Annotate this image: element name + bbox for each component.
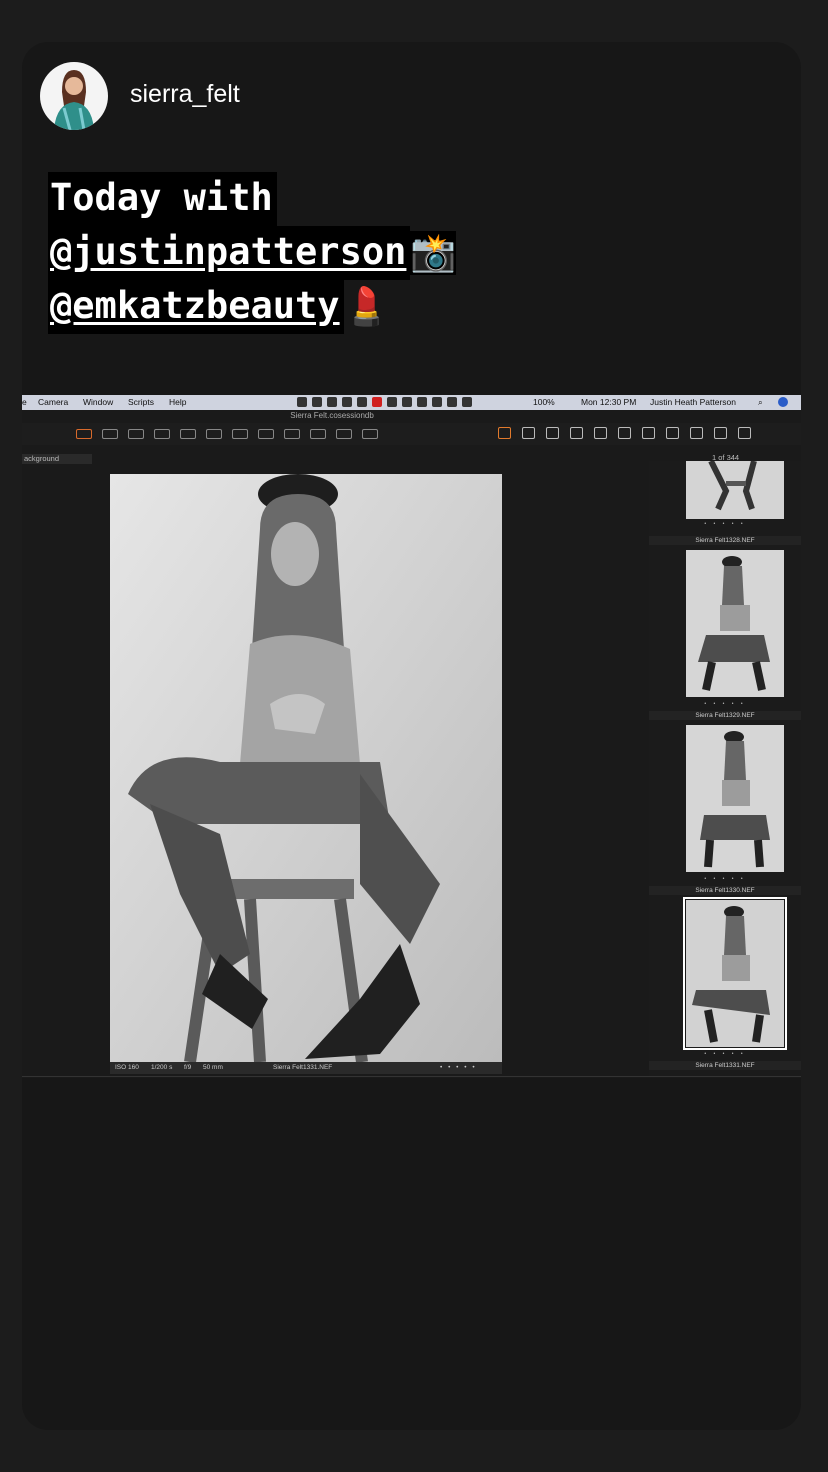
- mention-emkatzbeauty[interactable]: @emkatzbeauty: [48, 280, 344, 334]
- text-a-icon[interactable]: [594, 427, 607, 439]
- mention-justinpatterson[interactable]: @justinpatterson: [48, 226, 411, 280]
- menu-help: Help: [169, 397, 187, 407]
- print-icon[interactable]: [666, 427, 679, 439]
- thumbnail-rating[interactable]: • • • • •: [649, 521, 801, 527]
- airplay-icon: [417, 397, 427, 407]
- camera-flash-emoji: 📸: [410, 231, 457, 275]
- story-username[interactable]: sierra_felt: [130, 80, 240, 109]
- story-caption: Today with @justinpatterson 📸 @emkatzbea…: [48, 172, 456, 334]
- thumbnail-label: Sierra Felt1331.NEF: [649, 1061, 801, 1070]
- eraser-tool-icon[interactable]: [284, 429, 300, 439]
- search-icon: ⌕: [758, 397, 763, 407]
- tools-icon[interactable]: [642, 427, 655, 439]
- menubar-clock: Mon 12:30 PM: [581, 397, 637, 407]
- mac-menubar: e Camera Window Scripts Help 100% Mon 12…: [22, 395, 801, 410]
- spot-tool-icon[interactable]: [232, 429, 248, 439]
- grid-icon[interactable]: [522, 427, 535, 439]
- keystone-tool-icon[interactable]: [206, 429, 222, 439]
- record-icon: [372, 397, 382, 407]
- profile-avatar[interactable]: [40, 62, 108, 130]
- siri-icon: [778, 397, 788, 407]
- brush-tool-icon[interactable]: [258, 429, 274, 439]
- thumbnail-label: Sierra Felt1329.NEF: [649, 711, 801, 720]
- gear-icon[interactable]: [690, 427, 703, 439]
- lipstick-emoji: 💄: [343, 285, 390, 328]
- focal-value: 50 mm: [203, 1064, 223, 1071]
- help-icon[interactable]: [714, 427, 727, 439]
- tool-group-left: [76, 429, 378, 439]
- arrow-icon[interactable]: [618, 427, 631, 439]
- aperture-value: f/9: [184, 1064, 192, 1071]
- pan-tool-icon[interactable]: [102, 429, 118, 439]
- text-tool-icon[interactable]: [362, 429, 378, 439]
- select-tool-icon[interactable]: [76, 429, 92, 439]
- eye-icon: [297, 397, 307, 407]
- list-icon[interactable]: [570, 427, 583, 439]
- thumbnail-1328[interactable]: [686, 461, 784, 519]
- thumbnail-rating[interactable]: • • • • •: [649, 701, 801, 707]
- thumbnail-rating[interactable]: • • • • •: [649, 1051, 801, 1057]
- portrait-photo: [110, 474, 502, 1062]
- viewer-rating[interactable]: • • • • •: [440, 1062, 477, 1074]
- wifi-icon: [447, 397, 457, 407]
- timemachine-icon: [402, 397, 412, 407]
- finder-icon: [387, 397, 397, 407]
- window-icon: [342, 397, 352, 407]
- gradient-tool-icon[interactable]: [310, 429, 326, 439]
- menubar-status-icons: [297, 397, 472, 407]
- menubar-user: Justin Heath Patterson: [650, 397, 736, 407]
- picker-tool-icon[interactable]: [336, 429, 352, 439]
- thumbnail-rating[interactable]: • • • • •: [649, 876, 801, 882]
- warning-icon[interactable]: [546, 427, 559, 439]
- iso-value: ISO 160: [115, 1064, 139, 1071]
- caption-text: Today with: [48, 172, 277, 226]
- panel-divider: [22, 1076, 801, 1077]
- document-title: Sierra Felt.cosessiondb: [290, 411, 374, 420]
- shutter-value: 1/200 s: [151, 1064, 173, 1071]
- thumbnail-browser: • • • • • Sierra Felt1328.NEF • • • • • …: [649, 461, 801, 1076]
- thumbnail-1330[interactable]: [686, 725, 784, 872]
- square-icon: [357, 397, 367, 407]
- loupe-tool-icon[interactable]: [128, 429, 144, 439]
- bluetooth-icon: [432, 397, 442, 407]
- main-image-viewer[interactable]: [110, 474, 502, 1062]
- clock-icon: [327, 397, 337, 407]
- viewer-icon[interactable]: [498, 427, 511, 439]
- menu-camera: Camera: [38, 397, 69, 407]
- glasses-icon[interactable]: [738, 427, 751, 439]
- image-metadata-bar: ISO 160 1/200 s f/9 50 mm Sierra Felt133…: [110, 1062, 502, 1074]
- thumbnail-1331-selected[interactable]: [683, 897, 787, 1050]
- menu-scripts: Scripts: [128, 397, 154, 407]
- thumbnail-label: Sierra Felt1330.NEF: [649, 886, 801, 895]
- tool-group-right: [498, 427, 751, 439]
- thumbnail-1329[interactable]: [686, 550, 784, 697]
- story-card: sierra_felt Today with @justinpatterson …: [22, 42, 801, 1430]
- thumbnail-label: Sierra Felt1328.NEF: [649, 536, 801, 545]
- viewer-filename: Sierra Felt1331.NEF: [273, 1064, 333, 1071]
- background-field[interactable]: ackground: [22, 454, 92, 464]
- menu-item: e: [22, 397, 27, 407]
- menu-window: Window: [83, 397, 114, 407]
- embedded-screenshot: e Camera Window Scripts Help 100% Mon 12…: [22, 395, 801, 1078]
- volume-icon: [462, 397, 472, 407]
- crop-tool-icon[interactable]: [154, 429, 170, 439]
- rotate-tool-icon[interactable]: [180, 429, 196, 439]
- capture-toolbar: [22, 423, 801, 445]
- battery-percent: 100%: [533, 397, 555, 407]
- dropbox-icon: [312, 397, 322, 407]
